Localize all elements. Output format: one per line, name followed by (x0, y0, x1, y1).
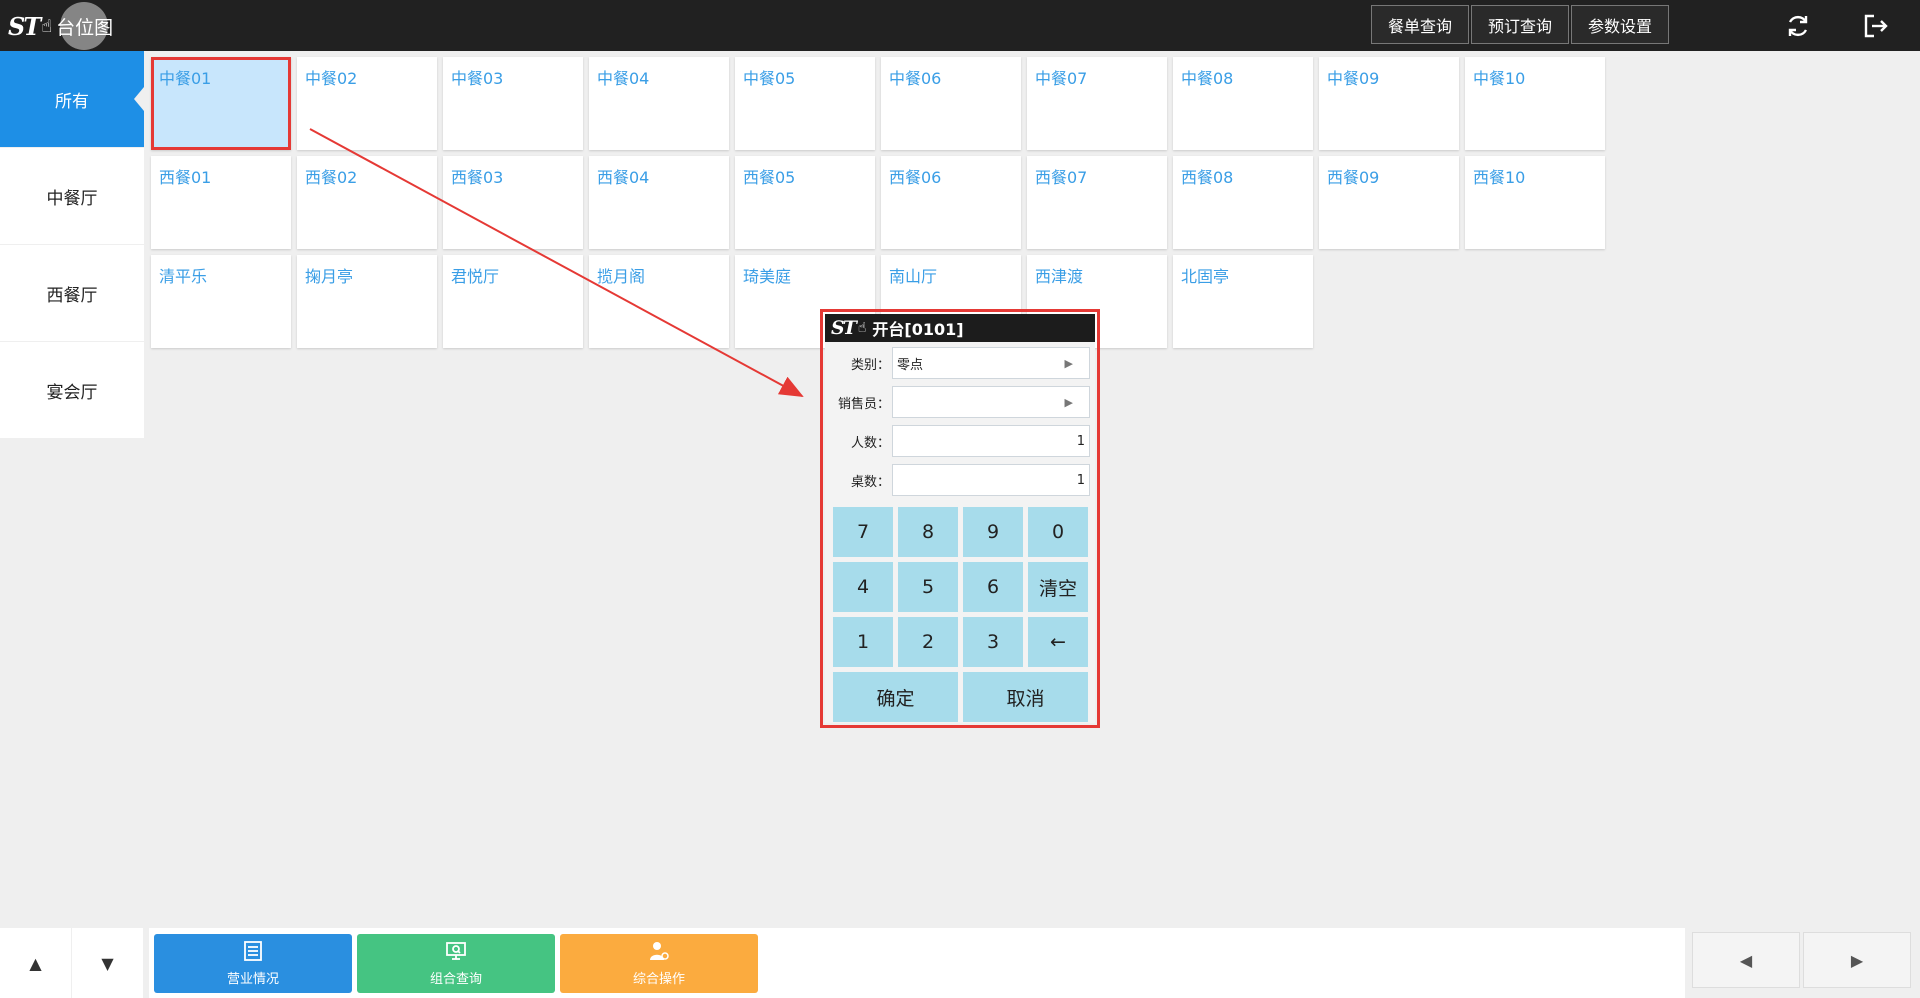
table-tile[interactable]: 中餐04 (589, 57, 729, 150)
table-tile[interactable]: 西餐02 (297, 156, 437, 249)
monitor-search-icon (445, 940, 467, 966)
key-6[interactable]: 6 (963, 562, 1023, 612)
chevron-right-icon: ▶ (1064, 396, 1073, 409)
menu-query-button[interactable]: 餐单查询 (1371, 5, 1470, 44)
combined-query-button[interactable]: 组合查询 (357, 934, 555, 993)
table-tile[interactable]: 中餐10 (1465, 57, 1605, 150)
prev-page-button[interactable]: ◀ (1692, 932, 1800, 988)
document-icon (242, 940, 264, 966)
category-value: 零点 (897, 357, 924, 373)
table-tile[interactable]: 西餐05 (735, 156, 875, 249)
table-tile[interactable]: 西餐07 (1027, 156, 1167, 249)
reservation-query-button[interactable]: 预订查询 (1471, 5, 1570, 44)
category-select[interactable]: 零点 ▶ (892, 347, 1090, 379)
table-tile[interactable]: 西餐09 (1319, 156, 1459, 249)
salesperson-field: 销售员： ▶ (825, 385, 1095, 419)
table-tile[interactable]: 西餐08 (1173, 156, 1313, 249)
open-table-dialog: ST ☝ 开台[0101] 类别： 零点 ▶ 销售员： ▶ 人数： 1 桌数： … (825, 314, 1095, 723)
key-9[interactable]: 9 (963, 507, 1023, 557)
key-5[interactable]: 5 (898, 562, 958, 612)
sidebar-item-all[interactable]: 所有 (0, 51, 144, 147)
table-row: 西餐01 西餐02 西餐03 西餐04 西餐05 西餐06 西餐07 西餐08 … (151, 156, 1611, 249)
general-operations-button[interactable]: 综合操作 (560, 934, 758, 993)
user-settings-icon (648, 940, 670, 966)
triangle-down-icon: ▼ (101, 953, 114, 973)
sidebar-item-banquet-hall[interactable]: 宴会厅 (0, 342, 144, 438)
key-2[interactable]: 2 (898, 617, 958, 667)
top-bar: ST ☝ 台位图 餐单查询 预订查询 参数设置 (0, 0, 1920, 51)
dialog-header: ST ☝ 开台[0101] (825, 314, 1095, 342)
salesperson-select[interactable]: ▶ (892, 386, 1090, 418)
table-tile[interactable]: 清平乐 (151, 255, 291, 348)
category-field: 类别： 零点 ▶ (825, 346, 1095, 380)
triangle-left-icon: ◀ (1739, 950, 1753, 970)
table-tile[interactable]: 中餐07 (1027, 57, 1167, 150)
clear-button[interactable]: 清空 (1028, 562, 1088, 612)
table-tile[interactable]: 君悦厅 (443, 255, 583, 348)
logout-icon[interactable] (1862, 12, 1890, 40)
category-label: 类别： (850, 357, 890, 373)
table-tile[interactable]: 中餐01 (151, 57, 291, 150)
key-4[interactable]: 4 (833, 562, 893, 612)
table-tile[interactable]: 西餐10 (1465, 156, 1605, 249)
table-tile[interactable]: 中餐03 (443, 57, 583, 150)
table-count-input[interactable]: 1 (892, 464, 1090, 496)
scroll-up-button[interactable]: ▲ (0, 928, 71, 998)
business-status-label: 营业情况 (226, 972, 279, 987)
business-status-button[interactable]: 营业情况 (154, 934, 352, 993)
table-tile[interactable]: 西餐03 (443, 156, 583, 249)
hand-icon: ☝ (41, 15, 53, 37)
sidebar-item-western-hall[interactable]: 西餐厅 (0, 245, 144, 341)
people-label: 人数： (850, 435, 890, 451)
table-tile[interactable]: 北固亭 (1173, 255, 1313, 348)
table-tile[interactable]: 掬月亭 (297, 255, 437, 348)
next-page-button[interactable]: ▶ (1803, 932, 1911, 988)
table-tile[interactable]: 中餐02 (297, 57, 437, 150)
touch-indicator (60, 2, 108, 50)
key-0[interactable]: 0 (1028, 507, 1088, 557)
sidebar-item-chinese-hall[interactable]: 中餐厅 (0, 148, 144, 244)
table-tile[interactable]: 揽月阁 (589, 255, 729, 348)
table-tile[interactable]: 中餐08 (1173, 57, 1313, 150)
key-1[interactable]: 1 (833, 617, 893, 667)
table-count-label: 桌数： (850, 474, 890, 490)
top-nav: 餐单查询 预订查询 参数设置 (1371, 5, 1670, 44)
combined-query-label: 组合查询 (429, 972, 482, 987)
salesperson-label: 销售员： (837, 396, 890, 412)
table-tile[interactable]: 中餐05 (735, 57, 875, 150)
backspace-button[interactable]: ← (1028, 617, 1088, 667)
people-field: 人数： 1 (825, 424, 1095, 458)
table-tile[interactable]: 西餐06 (881, 156, 1021, 249)
key-3[interactable]: 3 (963, 617, 1023, 667)
settings-button[interactable]: 参数设置 (1571, 5, 1670, 44)
table-tile[interactable]: 中餐06 (881, 57, 1021, 150)
triangle-right-icon: ▶ (1850, 950, 1864, 970)
refresh-icon[interactable] (1784, 12, 1812, 40)
table-tile[interactable]: 西餐01 (151, 156, 291, 249)
confirm-button[interactable]: 确定 (833, 672, 958, 722)
logo-mark: ST (8, 11, 41, 41)
scroll-down-button[interactable]: ▼ (72, 928, 143, 998)
triangle-up-icon: ▲ (29, 953, 42, 973)
people-input[interactable]: 1 (892, 425, 1090, 457)
general-operations-label: 综合操作 (632, 972, 685, 987)
dialog-title: 开台[0101] (872, 320, 964, 339)
table-count-field: 桌数： 1 (825, 463, 1095, 497)
key-7[interactable]: 7 (833, 507, 893, 557)
area-sidebar: 所有 中餐厅 西餐厅 宴会厅 (0, 51, 144, 439)
hand-icon: ☝ (857, 320, 867, 336)
key-8[interactable]: 8 (898, 507, 958, 557)
logo-mark: ST (831, 317, 857, 339)
table-tile[interactable]: 西餐04 (589, 156, 729, 249)
table-row: 中餐01 中餐02 中餐03 中餐04 中餐05 中餐06 中餐07 中餐08 … (151, 57, 1611, 150)
chevron-right-icon: ▶ (1064, 357, 1073, 370)
cancel-button[interactable]: 取消 (963, 672, 1088, 722)
table-tile[interactable]: 中餐09 (1319, 57, 1459, 150)
